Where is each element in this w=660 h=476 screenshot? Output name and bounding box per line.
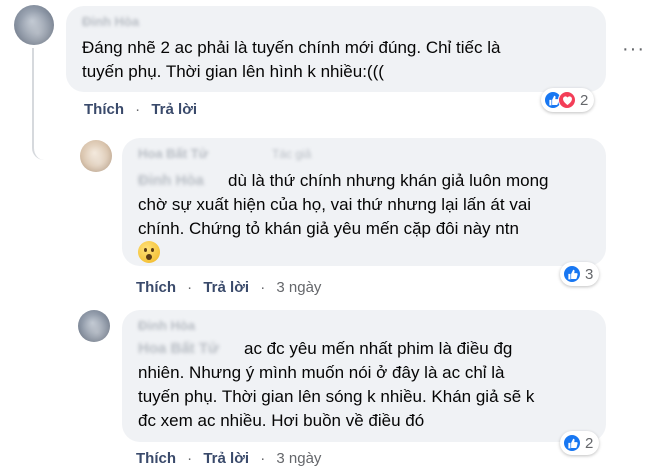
comment-text-line: dù là thứ chính nhưng khán giả luôn mong [228, 171, 549, 190]
reply-button[interactable]: Trả lời [203, 279, 249, 296]
mention-tag[interactable]: Hoa Bất Tử [138, 340, 219, 357]
separator-dot: · [260, 450, 266, 467]
reaction-count: 2 [585, 434, 594, 452]
reaction-summary[interactable]: 3 [560, 262, 600, 286]
comment-text-line: Đáng nhẽ 2 ac phải là tuyến chính mới đú… [82, 38, 501, 57]
more-options-icon[interactable]: ··· [622, 38, 645, 61]
thread-connector [32, 48, 72, 160]
reaction-count: 3 [585, 265, 594, 283]
avatar[interactable] [78, 310, 110, 342]
comment-author[interactable]: Đinh Hòa [82, 14, 139, 29]
reaction-summary[interactable]: 2 [541, 88, 595, 112]
like-button[interactable]: Thích [84, 101, 124, 118]
comment-bubble: Đinh Hòa Hoa Bất Tử ac đc yêu mến nhất p… [122, 310, 606, 442]
mention-tag[interactable]: Đinh Hòa [138, 172, 204, 189]
comment-actions: Thích · Trả lời · 3 ngày [136, 450, 321, 467]
love-reaction-icon [558, 91, 576, 109]
reaction-summary[interactable]: 2 [560, 431, 600, 455]
comment-actions: Thích · Trả lời [84, 101, 197, 118]
like-button[interactable]: Thích [136, 279, 176, 296]
comment-author[interactable]: Hoa Bất Tử [138, 146, 208, 161]
comment-text-line: đc xem ac nhiều. Hơi buồn về điều đó [138, 411, 425, 430]
like-reaction-icon [563, 434, 581, 452]
avatar[interactable] [80, 140, 112, 172]
comment-author[interactable]: Đinh Hòa [138, 318, 195, 333]
comment-timestamp[interactable]: 3 ngày [276, 279, 321, 296]
comment-text-line: tuyến phụ. Thời gian lên hình k nhiều:((… [82, 62, 384, 81]
comment-text-line: tuyến phụ. Thời gian lên sóng k nhiều. K… [138, 387, 535, 406]
comment-bubble: Hoa Bất Tử Tác giả Đinh Hòa dù là thứ ch… [122, 138, 606, 266]
comment-bubble: Đinh Hòa Đáng nhẽ 2 ac phải là tuyến chí… [66, 6, 606, 92]
reply-button[interactable]: Trả lời [203, 450, 249, 467]
like-reaction-icon [563, 265, 581, 283]
reaction-count: 2 [580, 91, 589, 109]
avatar[interactable] [14, 5, 54, 45]
comment-timestamp[interactable]: 3 ngày [276, 450, 321, 467]
comment-text-line: nhiên. Nhưng ý mình muốn nói ở đây là ac… [138, 363, 505, 382]
comment-text-line: chính. Chứng tỏ khán giả yêu mến cặp đôi… [138, 219, 519, 238]
hushed-face-emoji-icon [138, 241, 160, 263]
separator-dot: · [187, 279, 193, 296]
separator-dot: · [135, 101, 141, 118]
separator-dot: · [260, 279, 266, 296]
reply-button[interactable]: Trả lời [151, 101, 197, 118]
separator-dot: · [187, 450, 193, 467]
comment-actions: Thích · Trả lời · 3 ngày [136, 279, 321, 296]
author-badge: Tác giả [272, 147, 312, 161]
like-button[interactable]: Thích [136, 450, 176, 467]
comment-text-line: ac đc yêu mến nhất phim là điều đg [244, 339, 513, 358]
comment-text-line: chờ sự xuất hiện của họ, vai thứ nhưng l… [138, 195, 532, 214]
